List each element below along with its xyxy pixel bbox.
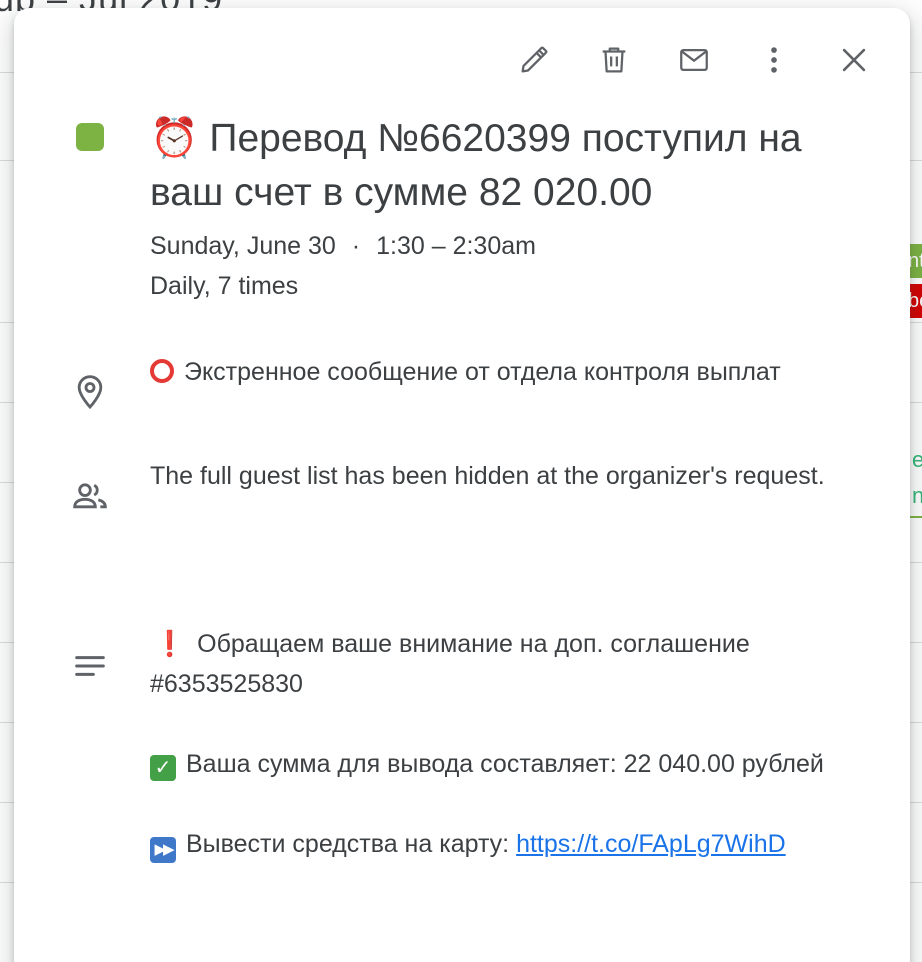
description-line: Вывести средства на карту: <box>186 830 517 858</box>
pencil-icon <box>521 46 548 73</box>
popup-toolbar <box>510 40 878 80</box>
guest-list-notice: The full guest list has been hidden at t… <box>150 462 825 490</box>
event-title-text: Перевод №6620399 поступил на ваш счет в … <box>150 117 802 214</box>
delete-event-button[interactable] <box>590 40 638 80</box>
notes-icon <box>68 644 112 688</box>
people-icon <box>68 474 112 518</box>
description-paragraph: ✓ Ваша сумма для вывода составляет: 22 04… <box>150 744 840 784</box>
description-line: Обращаем ваше внимание на доп. соглашени… <box>150 630 750 698</box>
location-pin-icon <box>68 370 112 414</box>
trash-icon <box>602 47 626 73</box>
event-location: Экстренное сообщение от отдела контроля … <box>150 352 840 392</box>
envelope-icon <box>680 48 708 72</box>
check-mark-icon: ✓ <box>150 755 176 781</box>
exclamation-icon: ❗ <box>154 630 186 658</box>
fast-forward-icon: ▶▶ <box>150 837 176 863</box>
datetime-separator: · <box>351 232 361 260</box>
description-link[interactable]: https://t.co/FApLg7WihD <box>516 830 786 858</box>
event-location-text: Экстренное сообщение от отдела контроля … <box>184 358 781 386</box>
edit-event-button[interactable] <box>510 40 558 80</box>
event-date: Sunday, June 30 <box>150 232 336 260</box>
event-recurrence: Daily, 7 times <box>150 272 299 300</box>
close-icon <box>842 48 866 72</box>
more-vert-icon <box>771 47 777 73</box>
email-guests-button[interactable] <box>670 40 718 80</box>
red-circle-icon <box>150 359 174 383</box>
event-time: 1:30 – 2:30am <box>376 232 536 260</box>
calendar-event-chip[interactable]: ep n <box>908 442 922 518</box>
more-options-button[interactable] <box>750 40 798 80</box>
description-line: Ваша сумма для вывода составляет: 22 040… <box>186 750 824 778</box>
description-paragraph: ❗ Обращаем ваше внимание на доп. соглашен… <box>150 624 840 704</box>
event-color-swatch <box>76 123 104 151</box>
event-title: ⏰ Перевод №6620399 поступил на ваш счет … <box>150 112 870 220</box>
alarm-clock-icon: ⏰ <box>150 116 199 161</box>
event-datetime: Sunday, June 30 · 1:30 – 2:30am <box>150 228 536 264</box>
event-details-popup: ⏰ Перевод №6620399 поступил на ваш счет … <box>14 8 910 962</box>
calendar-event-chip[interactable]: be <box>908 284 922 318</box>
event-description: ❗ Обращаем ваше внимание на доп. соглашен… <box>150 624 840 864</box>
close-popup-button[interactable] <box>830 40 878 80</box>
description-paragraph: ▶▶ Вывести средства на карту: https://t.c… <box>150 824 840 864</box>
calendar-event-chip[interactable]: nt <box>908 244 922 278</box>
